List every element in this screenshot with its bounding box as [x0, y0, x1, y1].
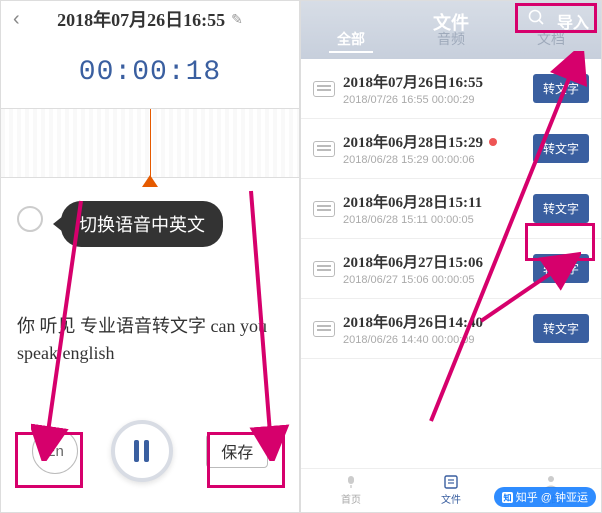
row-title: 2018年07月26日16:55	[343, 71, 483, 92]
recording-file-icon	[313, 321, 335, 337]
playback-controls: En 保存	[1, 420, 299, 482]
recording-detail-screen: ‹ 2018年07月26日16:55 ✎ 00:00:18 切换语音中英文 你 …	[0, 0, 300, 513]
row-content: 2018年06月26日14:40 2018/06/26 14:40 00:00:…	[343, 311, 533, 346]
file-list-screen: 文件 导入 全部 音频 文档 2018年07月26日16:55 2018/07/…	[300, 0, 602, 513]
row-meta: 2018/06/28 15:11 00:00:05	[343, 214, 533, 226]
list-item[interactable]: 2018年06月28日15:11 2018/06/28 15:11 00:00:…	[301, 179, 601, 239]
language-label: En	[45, 443, 63, 460]
nav-label: 首页	[341, 491, 361, 506]
recording-file-icon	[313, 81, 335, 97]
row-title: 2018年06月26日14:40	[343, 311, 483, 332]
playhead-marker-icon	[142, 175, 158, 187]
waveform-track[interactable]	[1, 108, 299, 178]
watermark-badge: 知 知乎 @ 钟亚运	[494, 487, 596, 507]
row-content: 2018年06月27日15:06 2018/06/27 15:06 00:00:…	[343, 251, 533, 286]
row-title: 2018年06月28日15:11	[343, 191, 482, 212]
header-title: 文件	[433, 9, 469, 35]
recording-file-icon	[313, 201, 335, 217]
row-content: 2018年06月28日15:11 2018/06/28 15:11 00:00:…	[343, 191, 533, 226]
recordings-list: 2018年07月26日16:55 2018/07/26 16:55 00:00:…	[301, 59, 601, 359]
search-icon[interactable]	[528, 9, 545, 31]
save-button[interactable]: 保存	[206, 434, 268, 468]
convert-button[interactable]: 转文字	[533, 254, 589, 283]
list-item[interactable]: 2018年06月27日15:06 2018/06/27 15:06 00:00:…	[301, 239, 601, 299]
convert-button[interactable]: 转文字	[533, 314, 589, 343]
file-icon	[442, 475, 460, 489]
playhead-line	[150, 109, 151, 177]
back-icon[interactable]: ‹	[13, 8, 20, 31]
playback-timer: 00:00:18	[1, 57, 299, 88]
transcription-text: 你 听见 专业语音转文字 can you speak english	[17, 313, 283, 367]
row-meta: 2018/07/26 16:55 00:00:29	[343, 94, 533, 106]
convert-button[interactable]: 转文字	[533, 194, 589, 223]
convert-button[interactable]: 转文字	[533, 134, 589, 163]
row-meta: 2018/06/26 14:40 00:00:09	[343, 334, 533, 346]
pause-icon	[134, 440, 149, 462]
recording-file-icon	[313, 261, 335, 277]
watermark-text: 知乎 @ 钟亚运	[516, 489, 588, 505]
convert-button[interactable]: 转文字	[533, 74, 589, 103]
language-toggle-tooltip: 切换语音中英文	[61, 201, 223, 247]
row-content: 2018年06月28日15:29 2018/06/28 15:29 00:00:…	[343, 131, 533, 166]
recording-title: 2018年07月26日16:55	[57, 6, 225, 32]
file-list-header: 文件 导入 全部 音频 文档	[301, 1, 601, 59]
import-button[interactable]: 导入	[557, 9, 589, 33]
loop-marker-icon[interactable]	[17, 206, 43, 232]
language-toggle-button[interactable]: En	[32, 428, 78, 474]
list-item[interactable]: 2018年07月26日16:55 2018/07/26 16:55 00:00:…	[301, 59, 601, 119]
row-title: 2018年06月28日15:29	[343, 131, 483, 152]
bottom-nav-home[interactable]: 首页	[301, 469, 401, 512]
row-meta: 2018/06/27 15:06 00:00:05	[343, 274, 533, 286]
row-title: 2018年06月27日15:06	[343, 251, 483, 272]
list-item[interactable]: 2018年06月28日15:29 2018/06/28 15:29 00:00:…	[301, 119, 601, 179]
zhihu-icon: 知	[502, 492, 513, 503]
list-item[interactable]: 2018年06月26日14:40 2018/06/26 14:40 00:00:…	[301, 299, 601, 359]
unread-dot-icon	[489, 138, 497, 146]
nav-label: 文件	[441, 491, 461, 506]
save-label: 保存	[221, 439, 253, 463]
mic-icon	[342, 475, 360, 489]
detail-header: ‹ 2018年07月26日16:55 ✎	[1, 1, 299, 37]
tab-all[interactable]: 全部	[329, 27, 373, 53]
recording-file-icon	[313, 141, 335, 157]
row-meta: 2018/06/28 15:29 00:00:06	[343, 154, 533, 166]
edit-icon[interactable]: ✎	[231, 11, 243, 28]
pause-button[interactable]	[111, 420, 173, 482]
row-content: 2018年07月26日16:55 2018/07/26 16:55 00:00:…	[343, 71, 533, 106]
bottom-nav-files[interactable]: 文件	[401, 469, 501, 512]
svg-text:知: 知	[503, 492, 511, 502]
